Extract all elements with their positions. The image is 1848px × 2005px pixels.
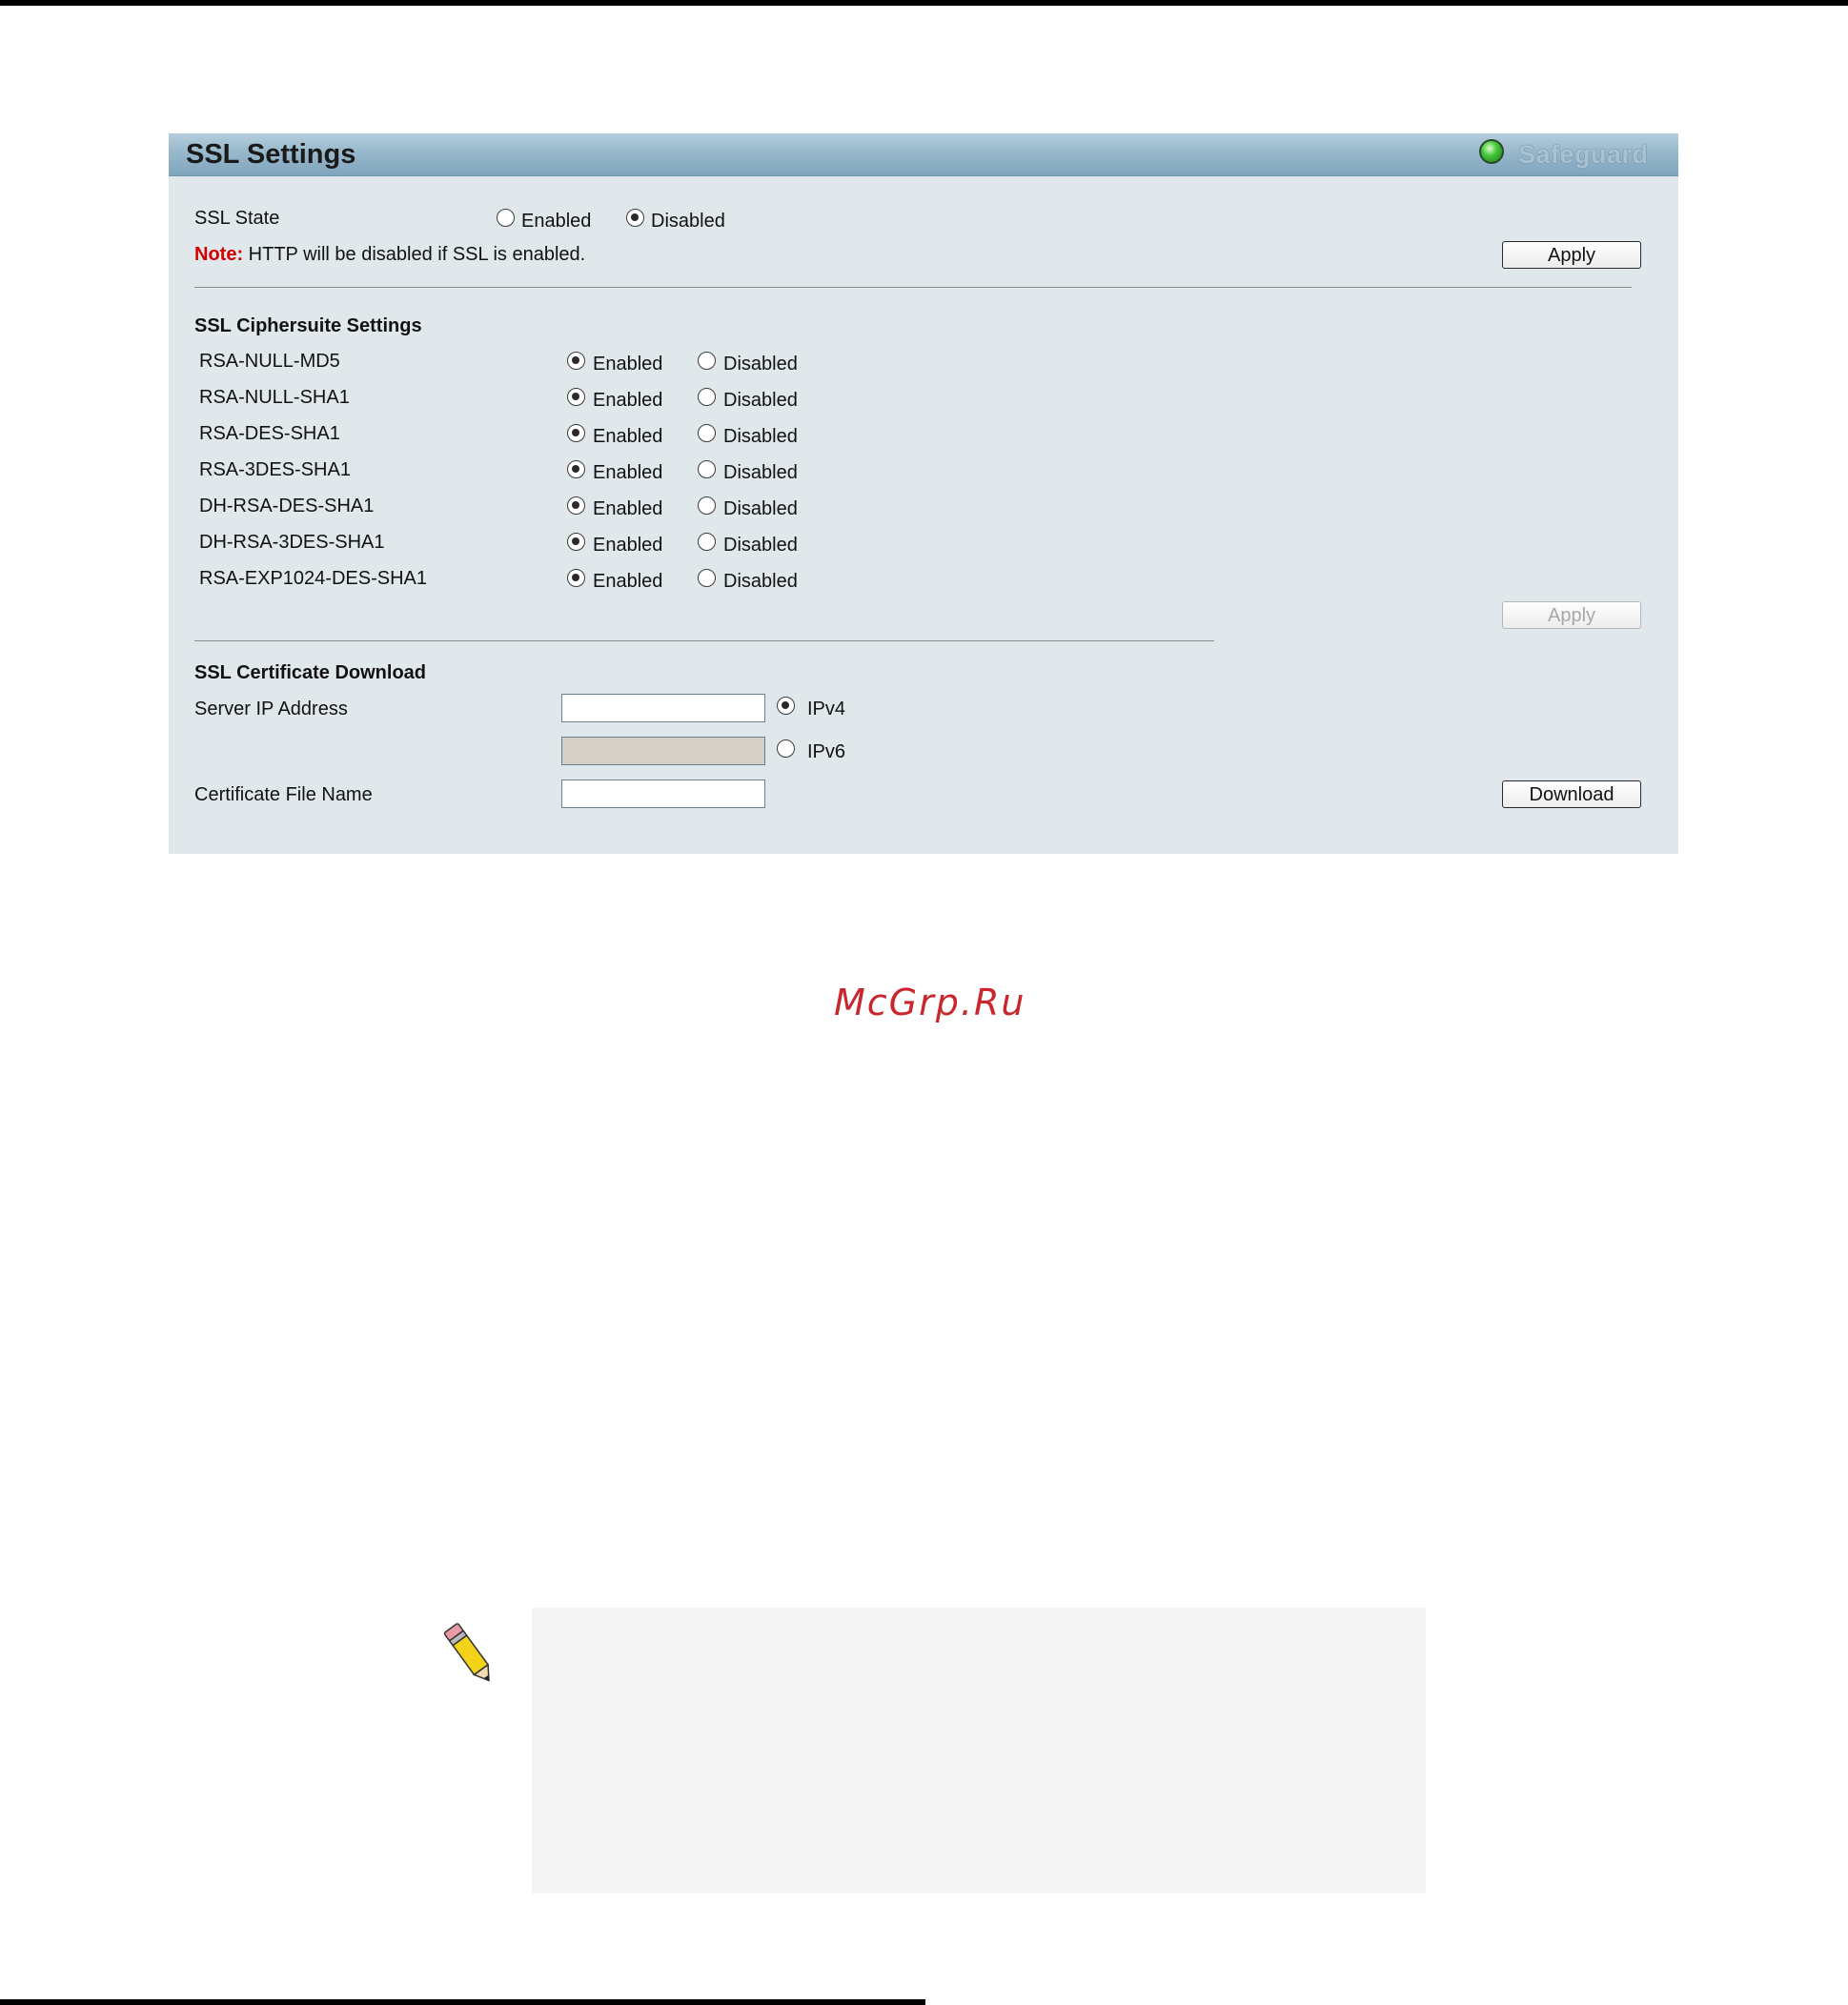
cipher-enabled-label: Enabled xyxy=(593,390,663,411)
cipher-name: DH-RSA-DES-SHA1 xyxy=(199,496,375,516)
cipher-enabled-label: Enabled xyxy=(593,354,663,375)
cipher-disabled-radio[interactable] xyxy=(698,388,716,406)
bottom-rule xyxy=(0,1999,925,2005)
cipher-name: RSA-DES-SHA1 xyxy=(199,423,340,444)
ipv6-radio[interactable] xyxy=(777,739,795,758)
cipher-name: DH-RSA-3DES-SHA1 xyxy=(199,532,385,553)
panel-header: SSL Settings Safeguard xyxy=(169,133,1678,176)
cipher-name: RSA-3DES-SHA1 xyxy=(199,459,351,480)
cipher-name: RSA-EXP1024-DES-SHA1 xyxy=(199,568,427,589)
ciphersuite-apply-button[interactable]: Apply xyxy=(1502,601,1641,629)
section-divider xyxy=(194,640,1214,641)
certificate-heading: SSL Certificate Download xyxy=(194,662,427,683)
cipher-enabled-radio[interactable] xyxy=(567,569,585,587)
cipher-enabled-radio[interactable] xyxy=(567,388,585,406)
pencil-icon xyxy=(443,1623,490,1682)
ipv4-address-input[interactable] xyxy=(561,694,765,722)
cipher-enabled-radio[interactable] xyxy=(567,424,585,442)
safeguard-label: Safeguard xyxy=(1518,140,1649,169)
cipher-disabled-radio[interactable] xyxy=(698,460,716,478)
cipher-name: RSA-NULL-SHA1 xyxy=(199,387,350,408)
cipher-enabled-radio[interactable] xyxy=(567,460,585,478)
ssl-state-enabled-radio[interactable] xyxy=(497,209,515,227)
cipher-enabled-label: Enabled xyxy=(593,571,663,592)
cipher-disabled-radio[interactable] xyxy=(698,352,716,370)
ssl-settings-panel: SSL Settings Safeguard SSL State Enabled… xyxy=(169,133,1678,854)
note-text: HTTP will be disabled if SSL is enabled. xyxy=(248,244,586,265)
ipv6-label: IPv6 xyxy=(807,741,846,762)
ipv6-address-input[interactable] xyxy=(561,737,765,765)
cipher-disabled-label: Disabled xyxy=(723,535,798,556)
ipv4-label: IPv4 xyxy=(807,699,846,719)
cipher-name: RSA-NULL-MD5 xyxy=(199,351,340,372)
cipher-disabled-radio[interactable] xyxy=(698,569,716,587)
note-label: Note: xyxy=(194,244,244,265)
cipher-disabled-label: Disabled xyxy=(723,498,798,519)
cipher-disabled-label: Disabled xyxy=(723,390,798,411)
cipher-enabled-label: Enabled xyxy=(593,535,663,556)
ssl-state-disabled-label: Disabled xyxy=(651,211,725,232)
ssl-note: Note: HTTP will be disabled if SSL is en… xyxy=(194,243,585,266)
cipher-enabled-label: Enabled xyxy=(593,462,663,483)
file-name-input[interactable] xyxy=(561,780,765,808)
ssl-state-label: SSL State xyxy=(194,208,280,229)
safeguard-status-icon xyxy=(1479,139,1504,164)
ciphersuite-heading: SSL Ciphersuite Settings xyxy=(194,315,422,336)
watermark-text: McGrp.Ru xyxy=(834,982,1026,1023)
server-ip-label: Server IP Address xyxy=(194,699,348,719)
section-divider xyxy=(194,287,1632,288)
top-rule xyxy=(0,0,1848,6)
cipher-enabled-radio[interactable] xyxy=(567,352,585,370)
cipher-disabled-label: Disabled xyxy=(723,462,798,483)
cipher-disabled-label: Disabled xyxy=(723,426,798,447)
ssl-state-enabled-label: Enabled xyxy=(521,211,592,232)
cipher-enabled-radio[interactable] xyxy=(567,496,585,515)
cipher-disabled-radio[interactable] xyxy=(698,424,716,442)
cipher-enabled-label: Enabled xyxy=(593,426,663,447)
cipher-disabled-radio[interactable] xyxy=(698,533,716,551)
cipher-disabled-label: Disabled xyxy=(723,354,798,375)
ipv4-radio[interactable] xyxy=(777,697,795,715)
ssl-state-apply-button[interactable]: Apply xyxy=(1502,241,1641,269)
cipher-disabled-label: Disabled xyxy=(723,571,798,592)
download-button[interactable]: Download xyxy=(1502,780,1641,808)
note-box xyxy=(532,1608,1426,1894)
cipher-disabled-radio[interactable] xyxy=(698,496,716,515)
ssl-state-disabled-radio[interactable] xyxy=(626,209,644,227)
cipher-enabled-label: Enabled xyxy=(593,498,663,519)
page-title: SSL Settings xyxy=(186,139,356,170)
cipher-enabled-radio[interactable] xyxy=(567,533,585,551)
file-name-label: Certificate File Name xyxy=(194,784,373,805)
